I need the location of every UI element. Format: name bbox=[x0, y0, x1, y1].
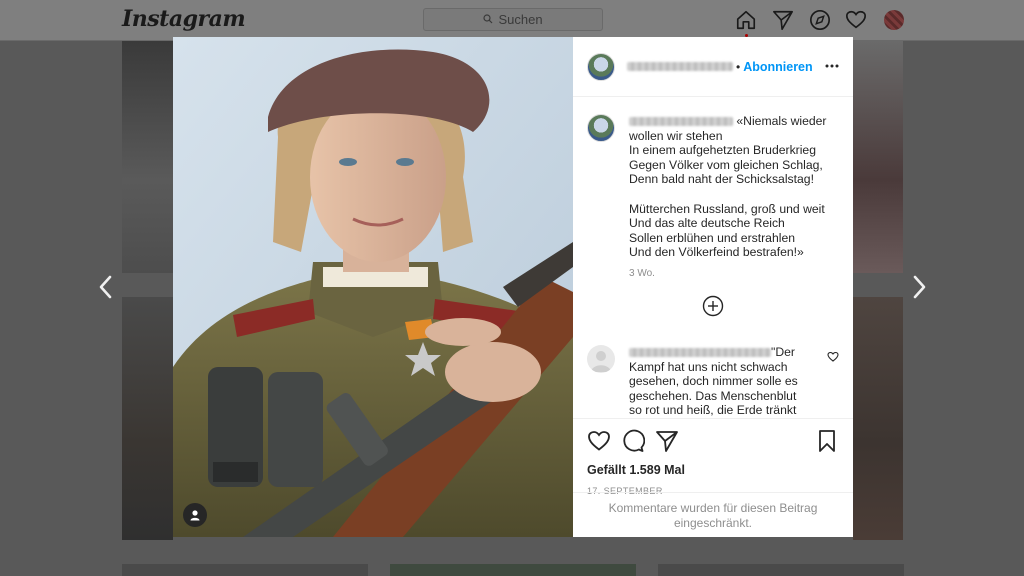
next-post-arrow-icon[interactable] bbox=[910, 274, 928, 300]
post-sidebar: • Abonnieren «Niemals wieder wollen wir … bbox=[573, 37, 853, 537]
caption-text: «Niemals wieder wollen wir stehen In ein… bbox=[629, 114, 827, 260]
grid-tile[interactable] bbox=[122, 564, 368, 576]
plus-circle-icon[interactable] bbox=[702, 295, 724, 317]
caption-username-blurred[interactable] bbox=[629, 117, 733, 127]
comment-icon[interactable] bbox=[621, 429, 645, 453]
more-options-icon[interactable] bbox=[825, 59, 839, 73]
comment-like-heart-icon[interactable] bbox=[827, 351, 839, 363]
top-navigation-bar: Instagram Suchen bbox=[0, 0, 1024, 41]
previous-post-arrow-icon[interactable] bbox=[97, 274, 115, 300]
share-icon[interactable] bbox=[655, 429, 679, 453]
explore-icon[interactable] bbox=[809, 9, 831, 31]
author-avatar[interactable] bbox=[587, 52, 615, 81]
comment-item: "Der Kampf hat uns nicht schwach gesehen… bbox=[587, 344, 839, 418]
direct-icon[interactable] bbox=[772, 9, 794, 31]
commenter-avatar[interactable] bbox=[587, 344, 615, 373]
tagged-user-icon[interactable] bbox=[183, 503, 207, 527]
separator-dot: • bbox=[736, 59, 741, 74]
grid-tile[interactable] bbox=[853, 297, 903, 540]
grid-tile[interactable] bbox=[390, 564, 636, 576]
grid-tile[interactable] bbox=[853, 41, 903, 273]
follow-button[interactable]: Abonnieren bbox=[743, 60, 812, 74]
post-photo[interactable] bbox=[173, 37, 573, 537]
post-image bbox=[173, 37, 573, 537]
post-modal: • Abonnieren «Niemals wieder wollen wir … bbox=[173, 37, 853, 537]
grid-tile[interactable] bbox=[658, 564, 904, 576]
save-bookmark-icon[interactable] bbox=[815, 429, 839, 453]
comments-section[interactable]: «Niemals wieder wollen wir stehen In ein… bbox=[573, 98, 853, 418]
home-icon[interactable] bbox=[735, 9, 757, 31]
author-avatar[interactable] bbox=[587, 114, 615, 142]
grid-tile[interactable] bbox=[122, 41, 173, 273]
search-placeholder: Suchen bbox=[498, 12, 543, 27]
profile-avatar[interactable] bbox=[884, 10, 904, 30]
post-actions: Gefällt 1.589 Mal 17. SEPTEMBER bbox=[573, 418, 853, 496]
instagram-logo[interactable]: Instagram bbox=[122, 6, 246, 32]
grid-tile[interactable] bbox=[122, 297, 173, 540]
comments-limited-notice: Kommentare wurden für diesen Beitrag ein… bbox=[573, 492, 853, 537]
likes-count[interactable]: Gefällt 1.589 Mal bbox=[587, 463, 839, 477]
post-header: • Abonnieren bbox=[573, 37, 853, 97]
caption: «Niemals wieder wollen wir stehen In ein… bbox=[587, 114, 839, 260]
commenter-username-blurred[interactable] bbox=[629, 348, 771, 358]
activity-heart-icon[interactable] bbox=[845, 9, 867, 31]
search-input[interactable]: Suchen bbox=[423, 8, 603, 31]
like-heart-icon[interactable] bbox=[587, 429, 611, 453]
author-username-blurred[interactable] bbox=[627, 62, 733, 71]
search-icon bbox=[483, 12, 493, 27]
caption-time[interactable]: 3 Wo. bbox=[629, 268, 839, 279]
